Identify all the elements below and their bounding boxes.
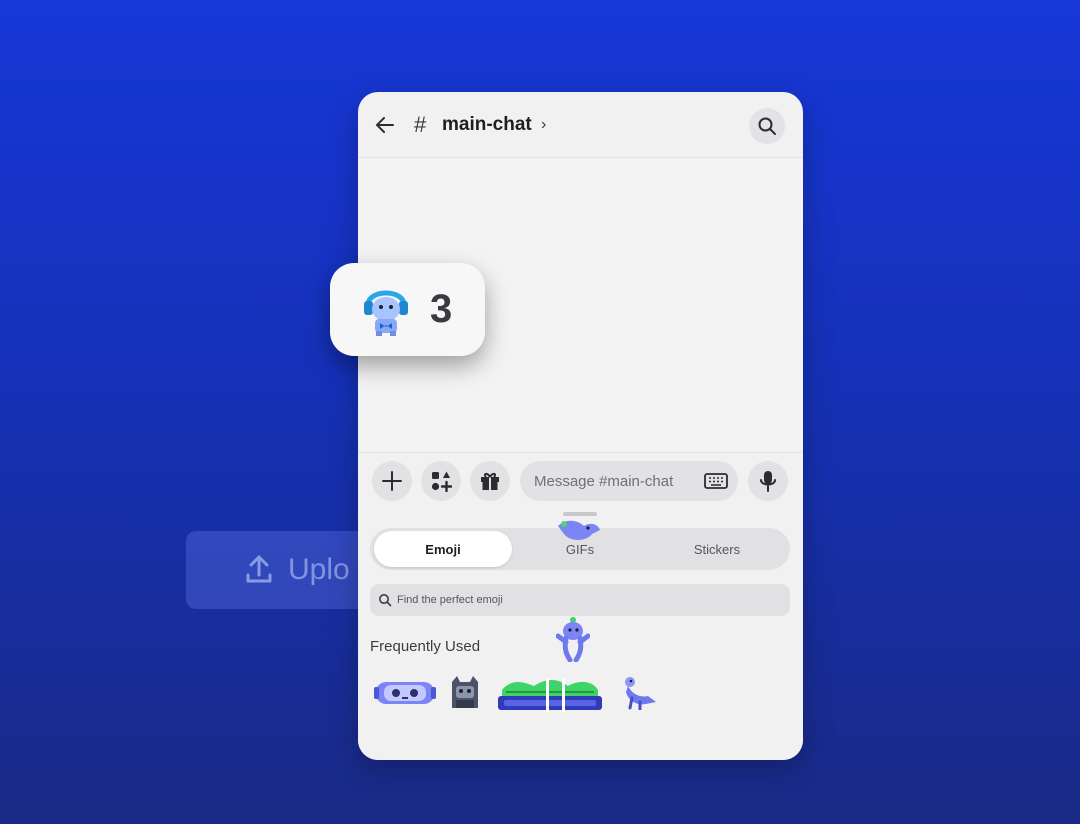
channel-hash: # xyxy=(414,112,427,137)
reaction-count: 3 xyxy=(430,287,453,331)
add-icon xyxy=(382,471,402,491)
message-composer: Message #main-chat xyxy=(358,452,803,506)
tab-emoji[interactable]: Emoji xyxy=(374,531,512,567)
robot-face-emoji[interactable] xyxy=(374,674,436,710)
keyboard-icon[interactable] xyxy=(704,472,728,490)
emoji-search-placeholder: Find the perfect emoji xyxy=(397,594,503,606)
upload-icon xyxy=(246,555,272,583)
green-sofa-emoji[interactable] xyxy=(498,674,602,714)
message-placeholder: Message #main-chat xyxy=(534,472,674,490)
frequently-used-heading: Frequently Used xyxy=(370,638,481,655)
search-icon xyxy=(379,594,392,607)
gift-icon xyxy=(481,473,499,490)
microphone-button[interactable] xyxy=(748,461,788,501)
channel-title[interactable]: main-chat xyxy=(442,114,532,136)
search-icon xyxy=(758,117,776,135)
tab-stickers[interactable]: Stickers xyxy=(648,531,786,567)
mascot-headphones-icon xyxy=(364,290,408,336)
back-arrow-icon[interactable] xyxy=(374,114,396,136)
waving-character-sticker xyxy=(556,617,590,662)
channel-header: # main-chat › xyxy=(358,92,803,158)
chevron-right-icon[interactable]: › xyxy=(541,116,546,134)
message-input[interactable]: Message #main-chat xyxy=(520,461,738,501)
emoji-search-input[interactable]: Find the perfect emoji xyxy=(370,584,790,616)
blue-bird-emoji[interactable] xyxy=(618,674,658,710)
reaction-counter[interactable]: 3 xyxy=(330,263,485,356)
gift-button[interactable] xyxy=(470,461,510,501)
apps-button[interactable] xyxy=(421,461,461,501)
upload-label: Uplo xyxy=(288,553,350,586)
gray-cat-emoji[interactable] xyxy=(448,674,482,712)
search-button[interactable] xyxy=(749,108,785,144)
add-button[interactable] xyxy=(372,461,412,501)
apps-icon xyxy=(431,471,452,492)
frequently-used-row xyxy=(374,674,674,714)
microphone-icon xyxy=(760,471,776,492)
flying-bird-sticker xyxy=(558,520,600,540)
